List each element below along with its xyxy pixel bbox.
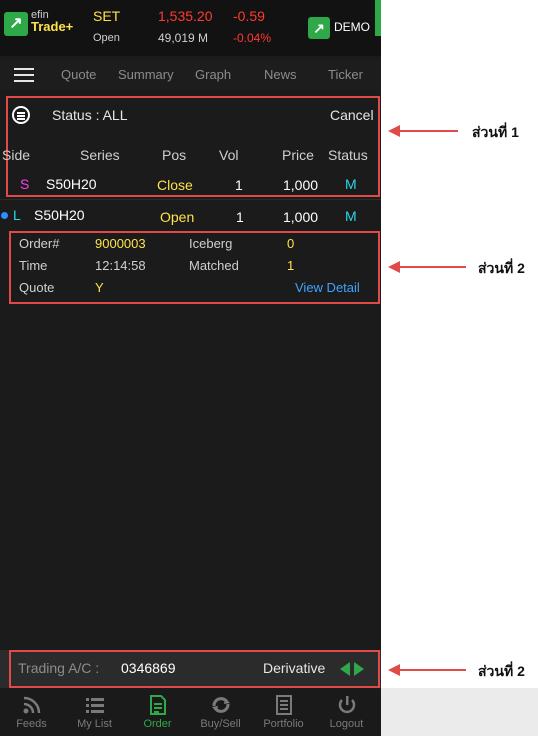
order-label: Order# (19, 236, 60, 251)
callout-label: ส่วนที่ 1 (472, 124, 519, 140)
tab-summary[interactable]: Summary (118, 67, 174, 82)
status-indicator (375, 0, 381, 36)
top-nav: Quote Summary Graph News Ticker (0, 60, 381, 90)
col-price: Price (282, 147, 314, 163)
switch-account-arrows-icon[interactable] (340, 662, 368, 676)
order-document-icon (126, 694, 189, 716)
account-type[interactable]: Derivative (263, 660, 325, 676)
demo-logo-icon: ↗ (308, 17, 330, 39)
time-value: 12:14:58 (95, 258, 146, 273)
tab-graph[interactable]: Graph (195, 67, 231, 82)
volume-value: 49,019 M (158, 31, 209, 45)
col-series: Series (80, 147, 120, 163)
time-label: Time (19, 258, 48, 273)
matched-label: Matched (189, 258, 239, 273)
tab-news[interactable]: News (264, 67, 297, 82)
tab-label: Portfolio (263, 718, 304, 730)
power-icon (315, 694, 378, 716)
col-side: Side (2, 147, 31, 163)
tab-label: Feeds (16, 718, 47, 730)
row-pos: Open (160, 209, 195, 225)
callout-label: ส่วนที่ 2 (478, 663, 525, 679)
market-header: ↗ efin Trade+ SET Open 1,535.20 49,019 M… (0, 0, 381, 56)
row-price: 1,000 (283, 177, 319, 193)
logo-big-text: Trade+ (31, 19, 74, 34)
tab-ticker[interactable]: Ticker (328, 67, 363, 82)
callout-line (398, 130, 458, 132)
row-pos: Close (157, 177, 193, 193)
tab-label: Buy/Sell (200, 718, 241, 730)
row-vol: 1 (236, 209, 244, 225)
tab-buysell[interactable]: Buy/Sell (189, 690, 252, 736)
callout-line (398, 669, 466, 671)
market-name: SET (93, 8, 121, 24)
demo-badge[interactable]: ↗ DEMO (308, 16, 374, 40)
app-screen: ↗ efin Trade+ SET Open 1,535.20 49,019 M… (0, 0, 381, 736)
row-side: L (13, 207, 21, 223)
col-vol: Vol (219, 147, 239, 163)
market-state: Open (93, 32, 120, 44)
margin-area (381, 688, 538, 736)
row-series: S50H20 (46, 176, 97, 192)
row-price: 1,000 (283, 209, 319, 225)
list-icon (63, 694, 126, 716)
account-label: Trading A/C : (18, 660, 100, 676)
callout-label: ส่วนที่ 2 (478, 260, 525, 276)
account-number[interactable]: 0346869 (121, 660, 176, 676)
tab-logout[interactable]: Logout (315, 690, 378, 736)
status-filter-label[interactable]: Status : ALL (52, 107, 128, 123)
tab-portfolio[interactable]: Portfolio (252, 690, 315, 736)
cancel-button[interactable]: Cancel (330, 107, 374, 123)
efin-logo-icon: ↗ (4, 12, 28, 36)
tab-quote[interactable]: Quote (61, 67, 96, 82)
callout-line (398, 266, 466, 268)
matched-value: 1 (287, 258, 295, 273)
app-logo-text: efin Trade+ (31, 10, 73, 34)
row-side: S (20, 176, 30, 192)
tab-order[interactable]: Order (126, 690, 189, 736)
swap-icon (189, 694, 252, 716)
col-status: Status (328, 147, 368, 163)
bottom-tabbar: Feeds My List Order Buy/Sell Portfolio L… (0, 690, 381, 736)
tab-label: Order (143, 718, 172, 730)
filter-list-icon[interactable] (12, 106, 30, 124)
menu-icon[interactable] (14, 68, 34, 82)
tab-label: My List (77, 718, 112, 730)
iceberg-label: Iceberg (189, 236, 233, 251)
tab-label: Logout (329, 718, 364, 730)
quote-label: Quote (19, 280, 55, 295)
row-status: M (345, 176, 357, 192)
iceberg-value: 0 (287, 236, 295, 251)
view-detail-link[interactable]: View Detail (295, 280, 360, 295)
tab-feeds[interactable]: Feeds (0, 690, 63, 736)
row-status: M (345, 208, 357, 224)
order-value: 9000003 (95, 236, 146, 251)
col-pos: Pos (162, 147, 187, 163)
row-series: S50H20 (34, 207, 85, 223)
tab-mylist[interactable]: My List (63, 690, 126, 736)
quote-value: Y (95, 280, 104, 295)
change-percent: -0.04% (233, 31, 272, 45)
index-value: 1,535.20 (158, 8, 213, 24)
demo-label: DEMO (334, 20, 370, 34)
selected-dot-icon (1, 212, 8, 219)
rss-icon (0, 694, 63, 716)
change-value: -0.59 (233, 8, 265, 24)
portfolio-icon (252, 694, 315, 716)
row-divider (0, 199, 381, 200)
row-vol: 1 (235, 177, 243, 193)
